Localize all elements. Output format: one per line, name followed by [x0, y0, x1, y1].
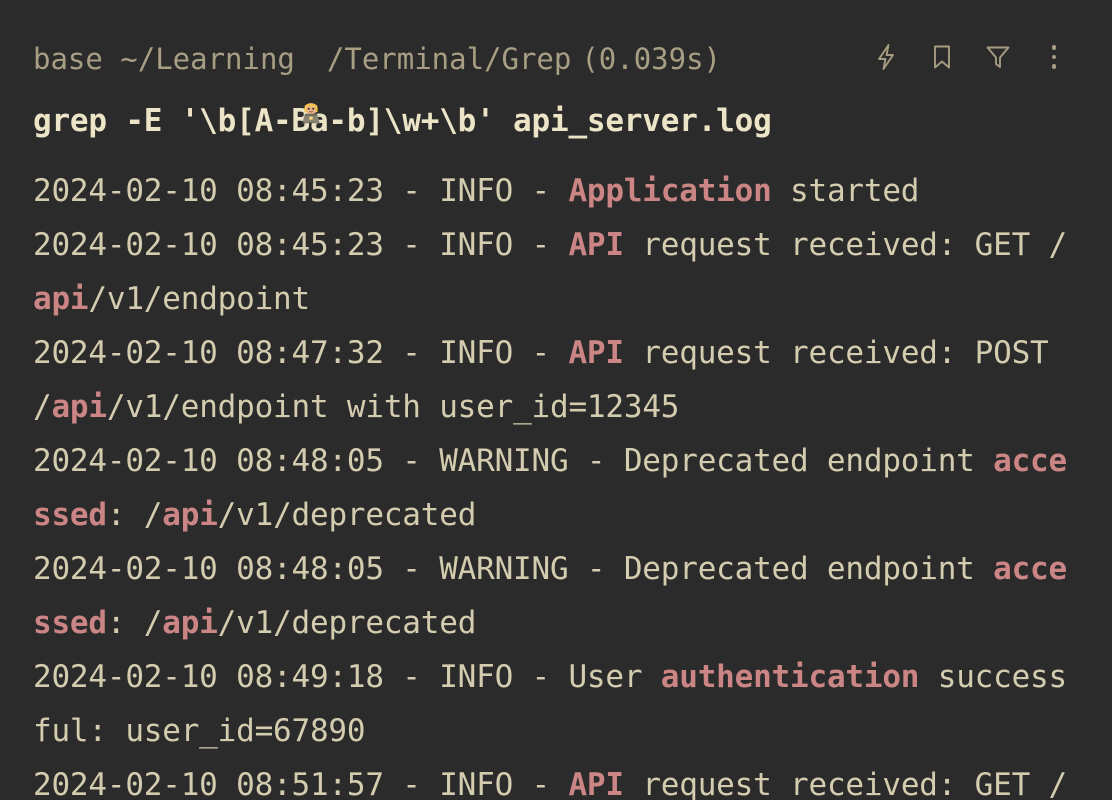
grep-match: Application — [568, 173, 772, 209]
prompt-path: base ~/Learning /Terminal/Grep (0.039s) — [33, 41, 722, 124]
log-text: 2024-02-10 08:48:05 - WARNING - Deprecat… — [33, 551, 994, 587]
prompt-duration: (0.039s) — [581, 41, 722, 76]
log-line: 2024-02-10 08:47:32 - INFO - API request… — [33, 326, 1079, 434]
log-text: : / — [106, 605, 163, 641]
log-text: 2024-02-10 08:45:23 - INFO - — [33, 227, 569, 263]
log-text: 2024-02-10 08:49:18 - INFO - User — [33, 659, 661, 695]
log-text: 2024-02-10 08:47:32 - INFO - — [33, 335, 569, 371]
log-text: /v1/endpoint — [88, 281, 310, 317]
log-text: /v1/deprecated — [217, 497, 477, 533]
grep-match: api — [162, 497, 218, 533]
log-line: 2024-02-10 08:45:23 - INFO - Application… — [33, 164, 1079, 218]
log-text: : / — [106, 497, 163, 533]
log-text: 2024-02-10 08:48:05 - WARNING - Deprecat… — [33, 443, 994, 479]
log-line: 2024-02-10 08:48:05 - WARNING - Deprecat… — [33, 434, 1079, 542]
prompt-path-prefix: base ~/Learning — [33, 41, 295, 76]
bookmark-icon[interactable] — [927, 42, 957, 72]
log-text: 2024-02-10 08:51:57 - INFO - — [33, 767, 569, 800]
log-line: 2024-02-10 08:51:57 - INFO - API request… — [33, 758, 1079, 800]
log-text: /v1/endpoint with user_id=12345 — [106, 389, 680, 425]
log-text: request received: GET / — [623, 227, 1067, 263]
command-line[interactable]: grep -E '\b[A-Ba-b]\w+\b' api_server.log — [33, 94, 1079, 148]
log-line: 2024-02-10 08:45:23 - INFO - API request… — [33, 218, 1079, 326]
dot — [1051, 54, 1057, 60]
log-line: 2024-02-10 08:48:05 - WARNING - Deprecat… — [33, 542, 1079, 650]
toolbar — [871, 42, 1069, 72]
filter-icon[interactable] — [983, 42, 1013, 72]
command-output: 2024-02-10 08:45:23 - INFO - Application… — [33, 164, 1079, 800]
more-options-icon[interactable] — [1039, 42, 1069, 72]
log-text: request received: GET / — [623, 767, 1067, 800]
dot — [1051, 64, 1057, 70]
dot — [1051, 44, 1057, 50]
grep-match: api — [51, 389, 107, 425]
terminal-window: base ~/Learning /Terminal/Grep (0.039s) … — [0, 0, 1112, 800]
grep-match: authentication — [660, 659, 920, 695]
log-text: /v1/deprecated — [217, 605, 477, 641]
grep-match: api — [162, 605, 218, 641]
woman-technologist-emoji — [296, 44, 326, 124]
grep-match: API — [568, 227, 624, 263]
log-text: started — [771, 173, 920, 209]
grep-match: api — [33, 281, 89, 317]
grep-match: API — [568, 335, 624, 371]
prompt-header: base ~/Learning /Terminal/Grep (0.039s) — [33, 0, 1079, 124]
lightning-bolt-icon[interactable] — [871, 42, 901, 72]
grep-match: API — [568, 767, 624, 800]
log-line: 2024-02-10 08:49:18 - INFO - User authen… — [33, 650, 1079, 758]
